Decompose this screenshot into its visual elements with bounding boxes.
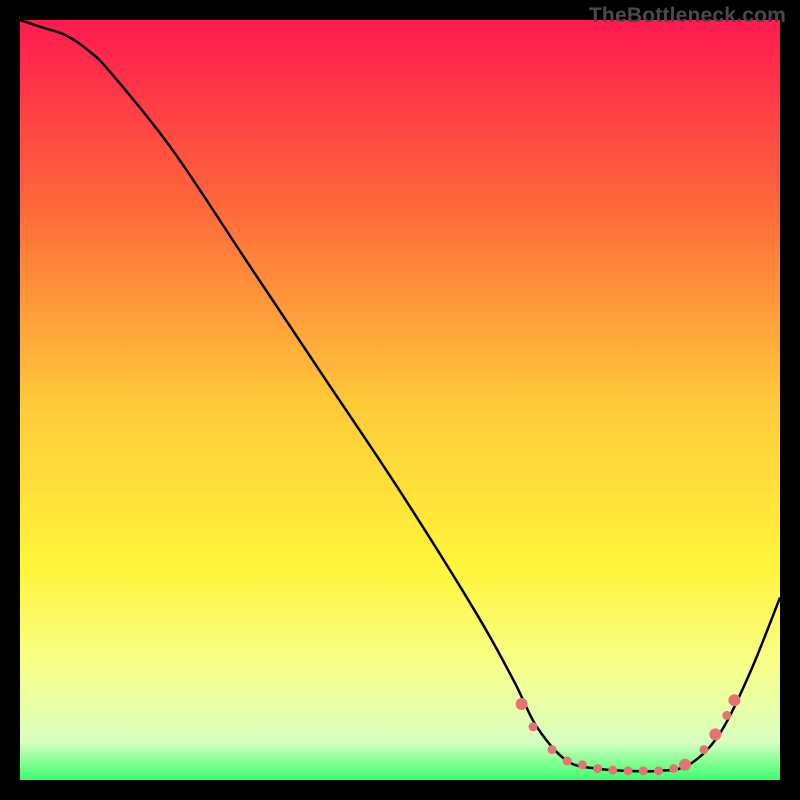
highlight-point bbox=[639, 766, 648, 775]
highlight-point bbox=[548, 745, 557, 754]
highlight-point bbox=[709, 728, 721, 740]
highlight-point bbox=[608, 766, 617, 775]
highlight-point bbox=[654, 766, 663, 775]
gradient-background bbox=[20, 20, 780, 780]
highlight-point bbox=[593, 764, 602, 773]
highlight-point bbox=[529, 722, 538, 731]
chart-container: TheBottleneck.com bbox=[0, 0, 800, 800]
chart-svg bbox=[20, 20, 780, 780]
plot-area bbox=[20, 20, 780, 780]
watermark-text: TheBottleneck.com bbox=[589, 4, 786, 28]
highlight-point bbox=[624, 766, 633, 775]
highlight-point bbox=[728, 694, 740, 706]
highlight-point bbox=[669, 764, 678, 773]
highlight-point bbox=[700, 745, 709, 754]
highlight-point bbox=[722, 711, 731, 720]
highlight-point bbox=[679, 759, 691, 771]
highlight-point bbox=[578, 760, 587, 769]
highlight-point bbox=[563, 757, 572, 766]
highlight-point bbox=[516, 698, 528, 710]
